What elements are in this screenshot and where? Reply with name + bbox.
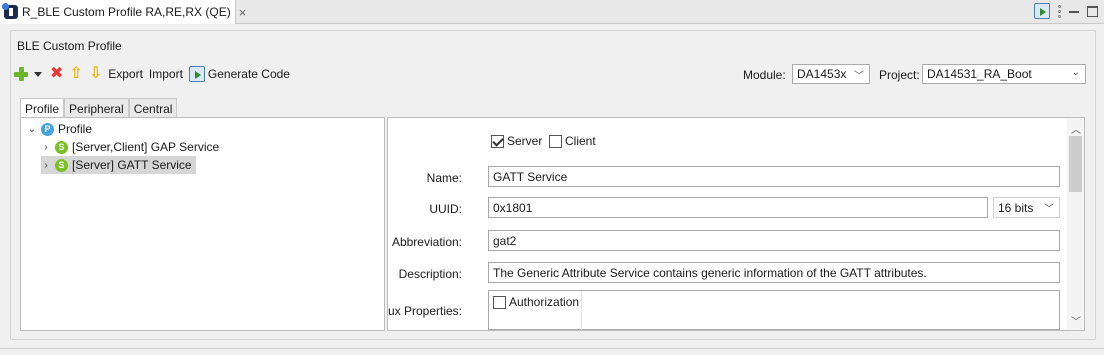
generate-code-icon[interactable] — [188, 66, 205, 82]
minimize-icon[interactable] — [1069, 11, 1079, 13]
description-field[interactable]: The Generic Attribute Service contains g… — [488, 262, 1060, 283]
close-icon[interactable]: × — [239, 5, 247, 20]
service-details: Server Client Name: GATT Service UUID: 0… — [387, 117, 1085, 331]
chevron-right-icon[interactable]: › — [41, 142, 51, 153]
uuid-field[interactable]: 0x1801 — [488, 197, 988, 218]
editor-tab[interactable]: R_BLE Custom Profile RA,RE,RX (QE) × — [0, 0, 246, 24]
chevron-down-icon: ﹀ — [1044, 204, 1054, 215]
name-value: GATT Service — [493, 169, 568, 184]
group-title: BLE Custom Profile — [17, 39, 122, 53]
editor-tab-bar: R_BLE Custom Profile RA,RE,RX (QE) × — [0, 0, 1104, 24]
checkbox-checked-icon[interactable] — [491, 134, 504, 148]
vertical-scrollbar[interactable]: ︿ ﹀ — [1067, 118, 1084, 330]
abbreviation-field[interactable]: gat2 — [488, 230, 1060, 251]
chevron-right-icon[interactable]: › — [41, 160, 51, 171]
abbreviation-label: Abbreviation: — [391, 235, 462, 249]
profile-tabs: Profile Peripheral Central — [20, 98, 178, 119]
aux-properties-box: Authorization — [488, 290, 1060, 330]
more-icon[interactable] — [1058, 4, 1061, 18]
project-label: Project: — [879, 68, 920, 82]
checkbox-icon[interactable] — [549, 134, 562, 148]
checkbox-icon[interactable] — [493, 295, 506, 309]
project-select[interactable]: DA14531_RA_Boot ⌄ — [922, 64, 1086, 84]
editor-tab-title: R_BLE Custom Profile RA,RE,RX (QE) — [22, 5, 231, 19]
dropdown-icon[interactable] — [34, 71, 42, 77]
tab-peripheral[interactable]: Peripheral — [64, 98, 129, 118]
maximize-icon[interactable] — [1087, 5, 1098, 17]
client-label: Client — [565, 134, 596, 148]
name-label: Name: — [426, 171, 462, 185]
scroll-up-icon[interactable]: ︿ — [1071, 121, 1081, 136]
toolbar: ✖ ⇧ ⇩ Export Import Generate Code — [14, 64, 296, 84]
chevron-down-icon: ﹀ — [854, 71, 864, 82]
tab-profile[interactable]: Profile — [20, 98, 65, 119]
add-icon[interactable] — [14, 67, 28, 81]
uuid-label: UUID: — [429, 202, 462, 216]
tree-item-label: [Server,Client] GAP Service — [72, 140, 220, 154]
server-checkbox[interactable]: Server — [491, 134, 542, 148]
divider — [0, 348, 1104, 349]
name-field[interactable]: GATT Service — [488, 166, 1060, 187]
profile-badge-icon: P — [41, 122, 54, 136]
move-down-icon[interactable]: ⇩ — [89, 66, 102, 82]
chevron-down-icon: ⌄ — [1071, 67, 1080, 78]
uuid-value: 0x1801 — [493, 200, 533, 215]
scroll-down-icon[interactable]: ﹀ — [1071, 313, 1081, 328]
service-badge-icon: S — [55, 158, 68, 172]
aux-divider — [581, 291, 582, 330]
tree-item-profile[interactable]: ⌄ P Profile — [27, 120, 92, 138]
window-controls — [1034, 3, 1098, 19]
description-label: Description: — [398, 267, 462, 281]
aux-properties-label: Aux Properties: — [387, 304, 462, 318]
abbreviation-value: gat2 — [493, 233, 517, 248]
tree-item-label: [Server] GATT Service — [72, 158, 192, 172]
import-button[interactable]: Import — [149, 67, 183, 81]
tab-central[interactable]: Central — [128, 98, 178, 118]
module-value: DA1453x — [797, 67, 847, 81]
generate-code-button[interactable]: Generate Code — [208, 67, 290, 81]
module-label: Module: — [743, 68, 786, 82]
uuid-size-value: 16 bits — [998, 200, 1034, 215]
module-select[interactable]: DA1453x ﹀ — [792, 64, 870, 84]
scroll-thumb[interactable] — [1069, 136, 1082, 192]
authorization-label: Authorization — [509, 295, 580, 309]
move-up-icon[interactable]: ⇧ — [69, 66, 82, 82]
service-badge-icon: S — [55, 140, 68, 154]
server-label: Server — [507, 134, 543, 148]
authorization-checkbox[interactable]: Authorization — [493, 295, 579, 309]
export-button[interactable]: Export — [108, 67, 143, 81]
profile-tree: ⌄ P Profile › S [Server,Client] GAP Serv… — [20, 117, 385, 331]
delete-icon[interactable]: ✖ — [50, 66, 63, 82]
project-value: DA14531_RA_Boot — [927, 67, 1032, 81]
tree-item-gatt-service[interactable]: › S [Server] GATT Service — [41, 156, 196, 174]
chevron-down-icon[interactable]: ⌄ — [27, 124, 37, 135]
app-icon — [2, 3, 18, 19]
generate-icon[interactable] — [1034, 3, 1050, 19]
tree-item-gap-service[interactable]: › S [Server,Client] GAP Service — [41, 138, 219, 156]
description-value: The Generic Attribute Service contains g… — [493, 265, 927, 280]
tree-item-label: Profile — [58, 122, 93, 136]
uuid-size-select[interactable]: 16 bits ﹀ — [993, 197, 1060, 218]
client-checkbox[interactable]: Client — [549, 134, 596, 148]
